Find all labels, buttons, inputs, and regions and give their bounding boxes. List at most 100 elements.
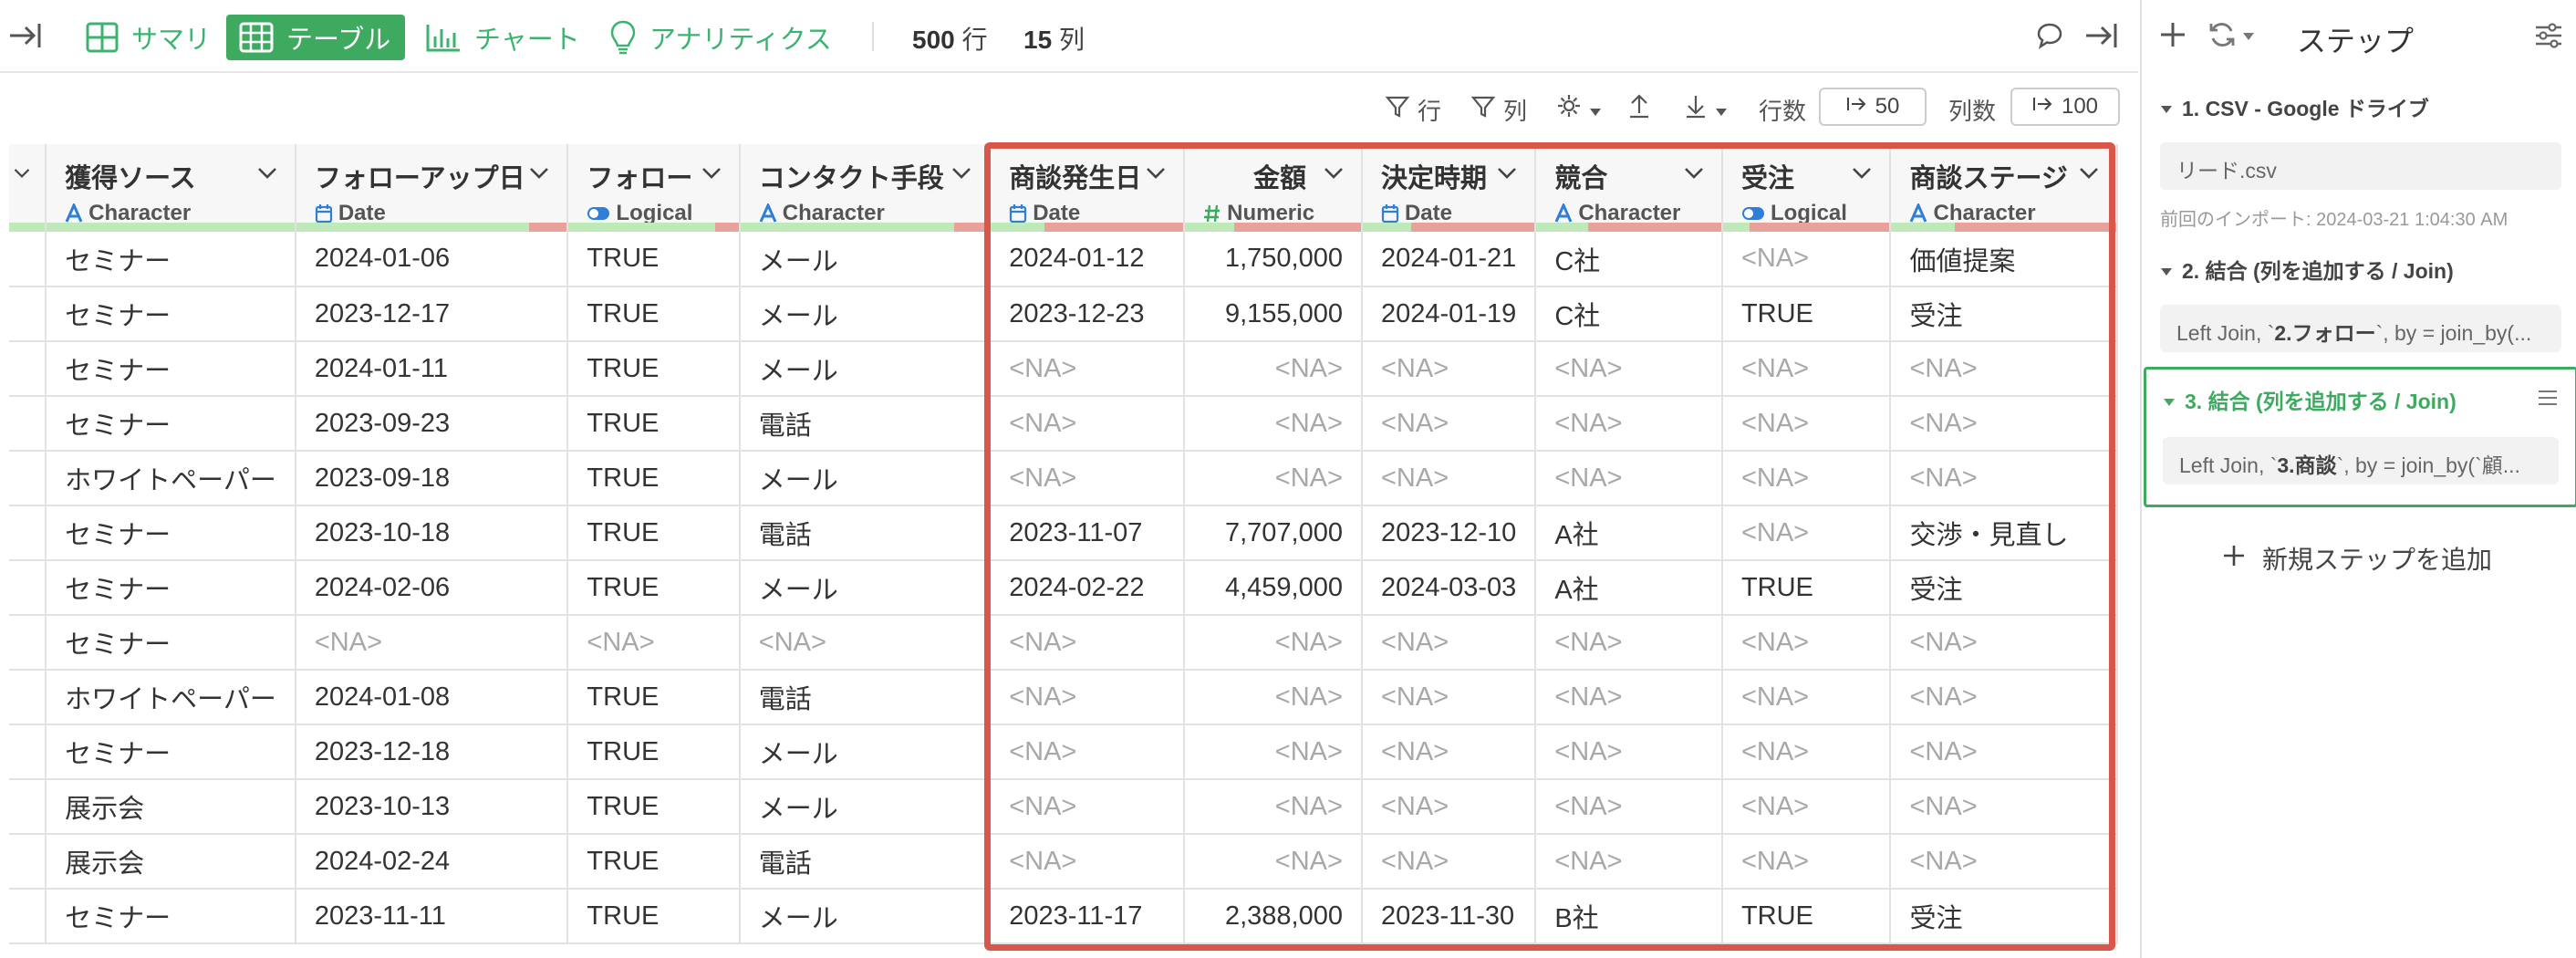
table-cell[interactable]: <NA> <box>990 451 1186 506</box>
table-cell[interactable]: 2,388,000 <box>1184 889 1363 944</box>
table-cell[interactable]: <NA> <box>990 341 1186 397</box>
table-cell[interactable]: TRUE <box>1721 286 1892 342</box>
table-cell[interactable]: <NA> <box>1184 451 1363 506</box>
table-cell[interactable]: <NA> <box>990 615 1186 671</box>
table-cell[interactable]: セミナー <box>46 396 296 452</box>
row-count-input[interactable]: 50 <box>1819 88 1927 126</box>
table-cell[interactable]: 電話 <box>739 505 992 561</box>
table-cell[interactable]: ホワイトペーパー <box>46 451 296 506</box>
row-header-cell[interactable] <box>9 560 47 616</box>
table-cell[interactable]: <NA> <box>1184 341 1363 397</box>
table-cell[interactable]: TRUE <box>567 396 741 452</box>
table-cell[interactable]: <NA> <box>1184 834 1363 890</box>
column-header[interactable]: 商談発生日 Date <box>990 144 1186 232</box>
table-cell[interactable]: <NA> <box>1361 451 1537 506</box>
table-cell[interactable]: TRUE <box>567 834 741 890</box>
table-cell[interactable]: セミナー <box>46 341 296 397</box>
upload-button[interactable] <box>1627 93 1651 125</box>
chevron-down-icon[interactable] <box>701 166 722 185</box>
add-icon[interactable] <box>2158 20 2187 54</box>
table-cell[interactable]: TRUE <box>567 505 741 561</box>
row-header-cell[interactable] <box>9 779 47 835</box>
table-cell[interactable]: 2024-01-12 <box>990 232 1186 287</box>
filter-columns-button[interactable]: 列 <box>1470 93 1527 127</box>
col-count-input[interactable]: 100 <box>2010 88 2120 126</box>
table-cell[interactable]: 受注 <box>1890 889 2118 944</box>
table-cell[interactable]: <NA> <box>1361 779 1537 835</box>
row-header-cell[interactable] <box>9 341 47 397</box>
step-3[interactable]: 3. 結合 (列を追加する / Join) Left Join, `3.商談`,… <box>2144 367 2576 507</box>
table-cell[interactable]: 受注 <box>1890 560 2118 616</box>
table-cell[interactable]: <NA> <box>1721 232 1892 287</box>
table-cell[interactable]: 2024-01-21 <box>1361 232 1537 287</box>
table-cell[interactable]: <NA> <box>1890 341 2118 397</box>
table-cell[interactable]: <NA> <box>1535 724 1723 780</box>
column-header[interactable]: 獲得ソース Character <box>46 144 296 232</box>
table-cell[interactable]: <NA> <box>1535 396 1723 452</box>
table-cell[interactable]: 2024-02-24 <box>295 834 569 890</box>
table-cell[interactable]: <NA> <box>1890 396 2118 452</box>
table-cell[interactable]: <NA> <box>1361 341 1537 397</box>
row-header-cell[interactable] <box>9 889 47 944</box>
table-cell[interactable]: 2023-10-18 <box>295 505 569 561</box>
row-header-cell[interactable] <box>9 834 47 890</box>
table-cell[interactable]: C社 <box>1535 232 1723 287</box>
table-cell[interactable]: <NA> <box>1721 615 1892 671</box>
table-cell[interactable]: <NA> <box>1721 834 1892 890</box>
table-cell[interactable]: メール <box>739 451 992 506</box>
table-cell[interactable]: 2024-01-08 <box>295 670 569 725</box>
table-cell[interactable]: TRUE <box>567 560 741 616</box>
table-cell[interactable]: <NA> <box>1721 396 1892 452</box>
column-header[interactable]: コンタクト手段 Character <box>739 144 992 232</box>
chevron-down-icon[interactable] <box>1683 166 1705 185</box>
table-cell[interactable]: セミナー <box>46 615 296 671</box>
table-cell[interactable]: C社 <box>1535 286 1723 342</box>
column-header[interactable]: フォロー Logical <box>567 144 741 232</box>
comment-icon[interactable] <box>2036 22 2063 54</box>
table-cell[interactable]: <NA> <box>1535 834 1723 890</box>
table-cell[interactable]: <NA> <box>990 834 1186 890</box>
column-header[interactable]: 金額 Numeric <box>1184 144 1363 232</box>
table-cell[interactable]: <NA> <box>1535 341 1723 397</box>
table-cell[interactable]: <NA> <box>1535 451 1723 506</box>
table-cell[interactable]: メール <box>739 232 992 287</box>
chevron-down-icon[interactable] <box>1145 166 1167 185</box>
table-cell[interactable]: TRUE <box>567 232 741 287</box>
table-cell[interactable]: 2023-10-13 <box>295 779 569 835</box>
sliders-icon[interactable] <box>2534 22 2563 54</box>
chevron-down-icon[interactable] <box>256 166 278 185</box>
table-cell[interactable]: <NA> <box>1361 724 1537 780</box>
table-cell[interactable]: メール <box>739 560 992 616</box>
refresh-menu-button[interactable] <box>2207 20 2255 54</box>
table-cell[interactable]: セミナー <box>46 724 296 780</box>
table-cell[interactable]: 2023-11-30 <box>1361 889 1537 944</box>
table-cell[interactable]: 9,155,000 <box>1184 286 1363 342</box>
table-cell[interactable]: <NA> <box>1184 615 1363 671</box>
table-cell[interactable]: 2023-11-07 <box>990 505 1186 561</box>
table-cell[interactable]: 2023-12-17 <box>295 286 569 342</box>
table-cell[interactable]: <NA> <box>1184 724 1363 780</box>
row-header-cell[interactable] <box>9 670 47 725</box>
table-cell[interactable]: 2023-11-11 <box>295 889 569 944</box>
row-header-cell[interactable] <box>9 505 47 561</box>
chevron-down-icon[interactable] <box>13 166 31 185</box>
tab-summary[interactable]: サマリ <box>73 15 223 60</box>
table-cell[interactable]: TRUE <box>1721 560 1892 616</box>
table-cell[interactable]: 2024-03-03 <box>1361 560 1537 616</box>
collapse-left-icon[interactable] <box>7 20 44 56</box>
table-cell[interactable]: <NA> <box>1721 724 1892 780</box>
table-cell[interactable]: セミナー <box>46 286 296 342</box>
table-cell[interactable]: <NA> <box>1721 670 1892 725</box>
table-cell[interactable]: TRUE <box>1721 889 1892 944</box>
row-header-cell[interactable] <box>9 451 47 506</box>
column-header[interactable]: 商談ステージ Character <box>1890 144 2118 232</box>
tab-analytics[interactable]: アナリティクス <box>597 15 845 60</box>
table-cell[interactable]: <NA> <box>1535 779 1723 835</box>
table-cell[interactable]: <NA> <box>990 670 1186 725</box>
table-cell[interactable]: 電話 <box>739 396 992 452</box>
table-cell[interactable]: 1,750,000 <box>1184 232 1363 287</box>
row-header-cell[interactable] <box>9 232 47 287</box>
row-header-cell[interactable] <box>9 286 47 342</box>
table-cell[interactable]: 2024-01-19 <box>1361 286 1537 342</box>
table-cell[interactable]: メール <box>739 779 992 835</box>
